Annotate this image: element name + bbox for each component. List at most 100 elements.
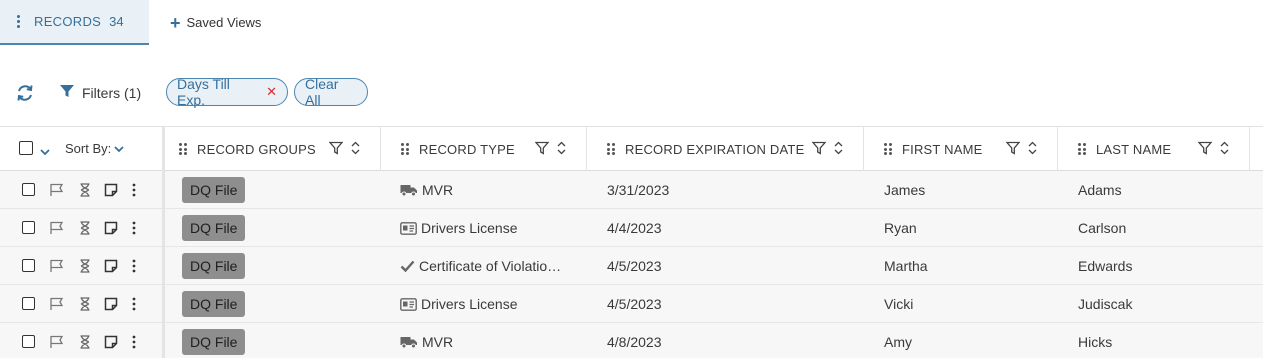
cell-expiration-date: 4/4/2023 bbox=[607, 209, 857, 247]
table-row[interactable]: DQ File Certificate of Violatio… 4/5/202… bbox=[0, 247, 1263, 285]
column-drag-icon[interactable] bbox=[179, 143, 187, 155]
column-sort-icon[interactable] bbox=[1028, 141, 1037, 155]
first-name-text: James bbox=[884, 182, 926, 198]
filter-chip-label: Days Till Exp. bbox=[177, 76, 230, 108]
cell-record-type: MVR bbox=[400, 171, 580, 209]
column-header-last-name[interactable]: LAST NAME bbox=[1058, 127, 1250, 171]
record-type-text: Drivers License bbox=[421, 220, 518, 236]
cell-expiration-date: 4/8/2023 bbox=[607, 323, 857, 358]
column-sort-icon[interactable] bbox=[1220, 141, 1229, 155]
saved-views-label: Saved Views bbox=[186, 15, 262, 30]
expiration-date-text: 4/4/2023 bbox=[607, 220, 662, 236]
id-card-icon bbox=[400, 297, 417, 311]
cell-first-name: Martha bbox=[884, 247, 1054, 285]
column-header-first-name[interactable]: FIRST NAME bbox=[864, 127, 1058, 171]
record-type-text: Certificate of Violatio… bbox=[419, 258, 562, 274]
tab-records[interactable]: RECORDS 34 bbox=[0, 0, 149, 45]
first-name-text: Amy bbox=[884, 334, 912, 350]
refresh-icon[interactable] bbox=[15, 83, 35, 103]
table-header: Sort By: RECORD GROUPS RECORD TYPE RECOR… bbox=[0, 126, 1263, 171]
cell-record-type: Drivers License bbox=[400, 209, 580, 247]
records-table: Sort By: RECORD GROUPS RECORD TYPE RECOR… bbox=[0, 126, 1263, 358]
column-sort-icon[interactable] bbox=[351, 141, 360, 155]
truck-icon bbox=[400, 335, 418, 349]
last-name-text: Edwards bbox=[1078, 258, 1133, 274]
column-filter-icon[interactable] bbox=[1006, 141, 1020, 155]
column-header-record-groups[interactable]: RECORD GROUPS bbox=[165, 127, 381, 171]
column-drag-icon[interactable] bbox=[1078, 143, 1086, 155]
first-name-text: Vicki bbox=[884, 296, 914, 312]
column-drag-icon[interactable] bbox=[401, 143, 409, 155]
filter-bar: Filters (1) Days Till Exp. ✕ Clear All bbox=[0, 74, 1263, 110]
cell-record-group: DQ File bbox=[182, 247, 372, 285]
cell-last-name: Hicks bbox=[1078, 323, 1248, 358]
column-header-record-expiration-date[interactable]: RECORD EXPIRATION DATE bbox=[587, 127, 864, 171]
column-label: LAST NAME bbox=[1096, 141, 1172, 157]
tab-bar: RECORDS 34 + Saved Views bbox=[0, 0, 1263, 45]
table-row[interactable]: DQ File MVR 3/31/2023 James Adams bbox=[0, 171, 1263, 209]
column-label: RECORD TYPE bbox=[419, 141, 515, 157]
cell-record-type: MVR bbox=[400, 323, 580, 358]
expiration-date-text: 4/5/2023 bbox=[607, 296, 662, 312]
cell-record-group: DQ File bbox=[182, 285, 372, 323]
column-drag-icon[interactable] bbox=[607, 143, 615, 155]
filters-button[interactable]: Filters (1) bbox=[59, 82, 141, 104]
last-name-text: Judiscak bbox=[1078, 296, 1133, 312]
column-sort-icon[interactable] bbox=[557, 141, 566, 155]
column-label: RECORD GROUPS bbox=[197, 141, 316, 157]
plus-icon: + bbox=[170, 12, 181, 33]
first-name-text: Martha bbox=[884, 258, 928, 274]
record-type-text: Drivers License bbox=[421, 296, 518, 312]
record-group-badge[interactable]: DQ File bbox=[182, 329, 246, 355]
record-type-text: MVR bbox=[422, 334, 454, 350]
cell-expiration-date: 4/5/2023 bbox=[607, 247, 857, 285]
cell-record-type: Certificate of Violatio… bbox=[400, 247, 580, 285]
table-row[interactable]: DQ File MVR 4/8/2023 Amy Hicks bbox=[0, 323, 1263, 358]
filter-icon bbox=[59, 83, 75, 104]
record-group-badge[interactable]: DQ File bbox=[182, 291, 246, 317]
selection-column-divider bbox=[0, 126, 165, 358]
last-name-text: Hicks bbox=[1078, 334, 1113, 350]
saved-views-button[interactable]: + Saved Views bbox=[170, 0, 261, 45]
truck-icon bbox=[400, 183, 418, 197]
record-group-badge[interactable]: DQ File bbox=[182, 177, 246, 203]
remove-filter-icon[interactable]: ✕ bbox=[266, 84, 277, 100]
cell-record-group: DQ File bbox=[182, 209, 372, 247]
record-group-badge[interactable]: DQ File bbox=[182, 215, 246, 241]
drag-handle-icon[interactable] bbox=[14, 14, 22, 29]
tab-records-count: 34 bbox=[109, 14, 124, 29]
last-name-text: Carlson bbox=[1078, 220, 1127, 236]
clear-all-button[interactable]: Clear All bbox=[294, 76, 368, 108]
column-label: FIRST NAME bbox=[902, 141, 983, 157]
column-filter-icon[interactable] bbox=[329, 141, 343, 155]
cell-last-name: Carlson bbox=[1078, 209, 1248, 247]
cell-record-type: Drivers License bbox=[400, 285, 580, 323]
column-filter-icon[interactable] bbox=[1198, 141, 1212, 155]
table-row[interactable]: DQ File Drivers License 4/4/2023 Ryan Ca… bbox=[0, 209, 1263, 247]
checkmark-icon bbox=[400, 260, 415, 272]
column-header-record-type[interactable]: RECORD TYPE bbox=[381, 127, 587, 171]
column-filter-icon[interactable] bbox=[812, 141, 826, 155]
cell-last-name: Edwards bbox=[1078, 247, 1248, 285]
column-drag-icon[interactable] bbox=[884, 143, 892, 155]
cell-first-name: Ryan bbox=[884, 209, 1054, 247]
expiration-date-text: 4/8/2023 bbox=[607, 334, 662, 350]
id-card-icon bbox=[400, 221, 417, 235]
filters-label: Filters (1) bbox=[82, 85, 142, 101]
record-group-badge[interactable]: DQ File bbox=[182, 253, 246, 279]
last-name-text: Adams bbox=[1078, 182, 1122, 198]
cell-first-name: James bbox=[884, 171, 1054, 209]
cell-expiration-date: 4/5/2023 bbox=[607, 285, 857, 323]
table-row[interactable]: DQ File Drivers License 4/5/2023 Vicki J… bbox=[0, 285, 1263, 323]
column-filter-icon[interactable] bbox=[535, 141, 549, 155]
column-sort-icon[interactable] bbox=[834, 141, 843, 155]
cell-record-group: DQ File bbox=[182, 323, 372, 358]
filter-chip-days-till-exp[interactable]: Days Till Exp. ✕ bbox=[166, 76, 288, 108]
record-type-text: MVR bbox=[422, 182, 454, 198]
cell-expiration-date: 3/31/2023 bbox=[607, 171, 857, 209]
cell-record-group: DQ File bbox=[182, 171, 372, 209]
first-name-text: Ryan bbox=[884, 220, 917, 236]
clear-all-label: Clear All bbox=[305, 76, 339, 108]
cell-last-name: Adams bbox=[1078, 171, 1248, 209]
cell-last-name: Judiscak bbox=[1078, 285, 1248, 323]
